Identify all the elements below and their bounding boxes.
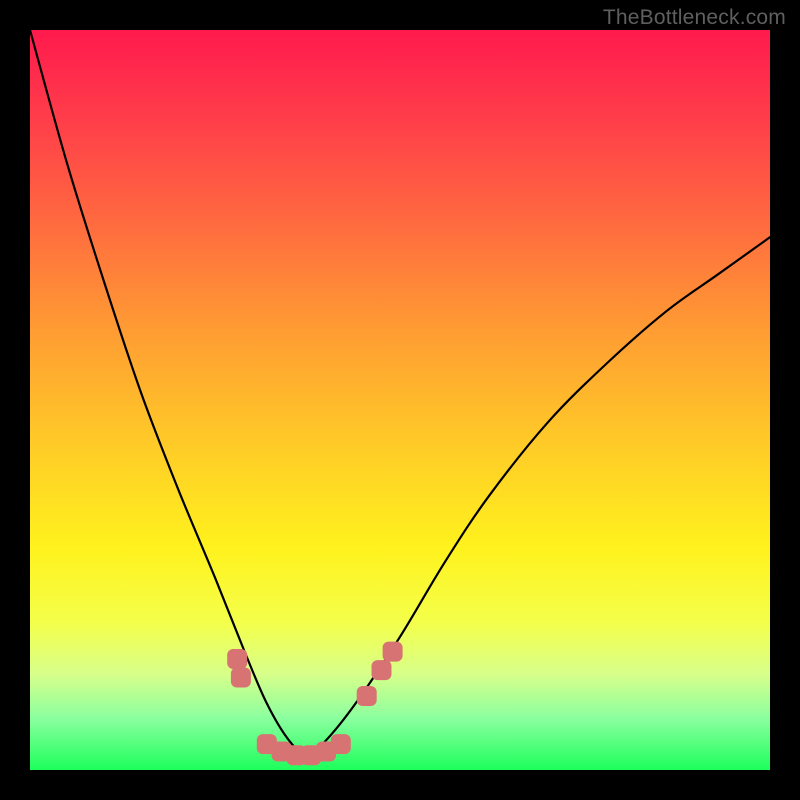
marker-dot: [372, 660, 392, 680]
marker-dot: [227, 649, 247, 669]
marker-group: [227, 642, 402, 766]
marker-dot: [231, 668, 251, 688]
chart-frame: TheBottleneck.com: [0, 0, 800, 800]
marker-dot: [383, 642, 403, 662]
marker-dot: [357, 686, 377, 706]
plot-area: [30, 30, 770, 770]
curve-layer: [30, 30, 770, 770]
marker-dot: [331, 734, 351, 754]
watermark-text: TheBottleneck.com: [603, 6, 786, 30]
